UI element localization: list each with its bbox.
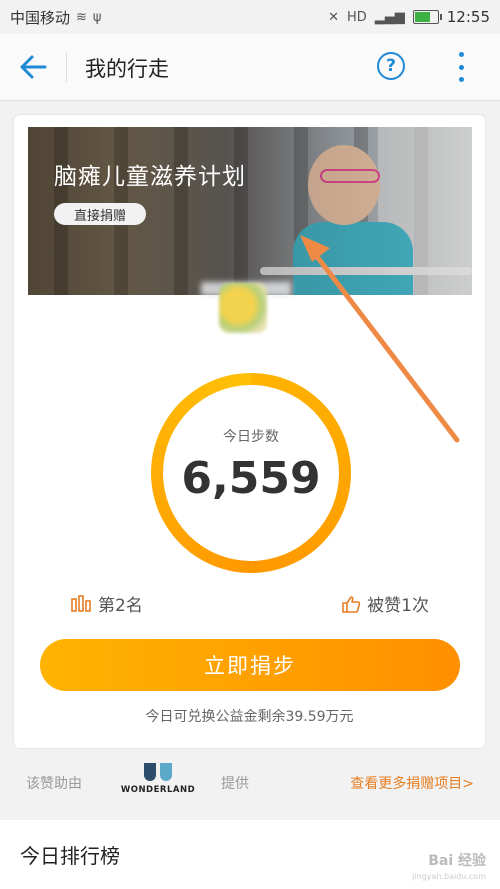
avatar[interactable] [219,283,267,333]
sponsor-brand: WONDERLAND [120,785,196,795]
sponsor-prefix: 该赞助由 [26,776,82,792]
signal-icon: ▂▄▆ [374,9,405,25]
sponsor-row: 该赞助由 WONDERLAND 提供 查看更多捐赠项目> [0,757,500,807]
ranking-section: 今日排行榜 Bai 经验 jingyan.baidu.com [0,820,500,889]
remaining-funds-text: 今日可兑换公益金剩余39.59万元 [145,709,354,725]
watermark-url: jingyan.baidu.com [412,872,486,881]
wifi-icon: ≋ [76,9,87,25]
back-button[interactable] [18,54,48,80]
divider [66,52,67,82]
battery-icon [412,10,442,24]
help-button[interactable]: ? [377,52,405,80]
more-dot-icon [458,64,464,70]
usb-icon: ψ [92,9,102,25]
more-dot-icon [458,77,464,82]
ranking-title: 今日排行榜 [20,844,120,868]
donate-steps-button[interactable]: 立即捐步 [40,639,460,691]
bar-chart-icon [71,594,91,612]
wonderland-logo-icon [144,763,172,781]
hd-icon: HD [346,9,367,25]
back-arrow-icon [20,55,47,79]
watermark: Bai 经验 [428,853,486,869]
rank-text: 第2名 [98,596,143,616]
sponsor-suffix: 提供 [221,776,249,792]
sponsor-logo: WONDERLAND [119,763,197,795]
likes-text: 被赞1次 [367,596,429,616]
more-dot-icon [458,52,464,57]
mute-icon: ✕ [328,9,339,25]
more-options-button[interactable] [455,52,467,82]
likes-stat[interactable]: 被赞1次 [341,591,429,616]
rank-stat[interactable]: 第2名 [70,591,143,616]
status-bar: 中国移动 ≋ ψ ✕ HD ▂▄▆ 12:55 [0,0,500,34]
carrier-label: 中国移动 [10,8,71,27]
steps-value: 6,559 [181,453,321,504]
walking-card: 脑瘫儿童滋养计划 直接捐赠 今日步数 6,559 第2名 被赞1次 立即捐步 今… [14,115,485,748]
thumbs-up-icon [342,595,361,613]
app-bar: 我的行走 ? [0,34,500,101]
more-projects-link[interactable]: 查看更多捐赠项目> [350,773,474,793]
banner-title: 脑瘫儿童滋养计划 [54,164,246,190]
clock: 12:55 [446,8,490,26]
direct-donate-button[interactable]: 直接捐赠 [54,203,146,225]
help-icon: ? [386,56,396,76]
project-banner[interactable]: 脑瘫儿童滋养计划 直接捐赠 [28,127,472,295]
steps-label: 今日步数 [223,429,279,445]
page-title: 我的行走 [85,57,169,81]
